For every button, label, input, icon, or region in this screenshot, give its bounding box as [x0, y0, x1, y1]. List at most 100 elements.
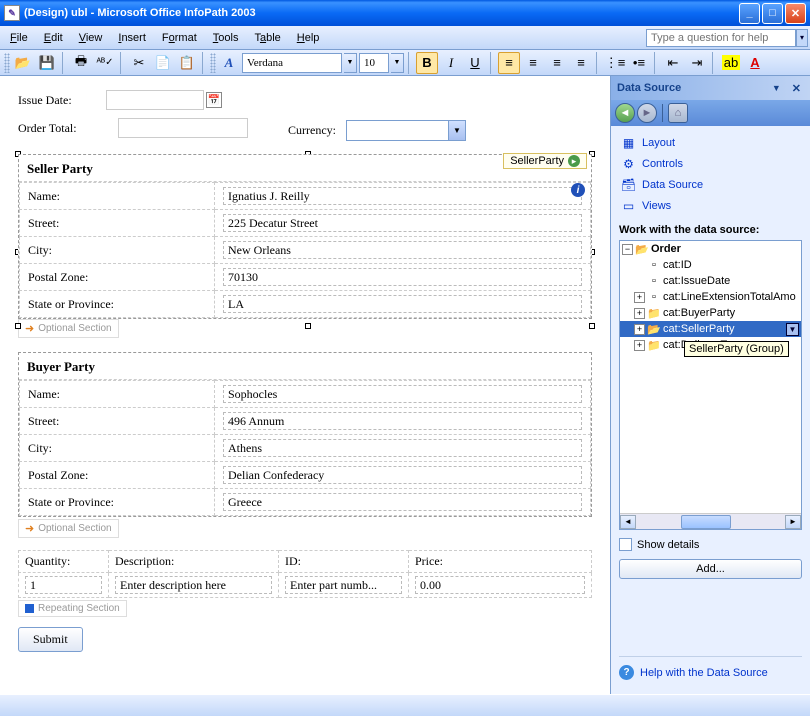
font-name-input[interactable]	[242, 53, 342, 73]
align-center-button[interactable]: ≡	[522, 52, 544, 74]
seller-postal-input[interactable]: 70130	[223, 268, 582, 286]
seller-state-input[interactable]: LA	[223, 295, 582, 313]
cut-button[interactable]: ✂	[128, 52, 150, 74]
buyer-state-input[interactable]: Greece	[223, 493, 582, 511]
add-button[interactable]: Add...	[619, 559, 802, 579]
scroll-thumb[interactable]	[681, 515, 731, 529]
data-source-tree[interactable]: −📂Order ▫cat:ID ▫cat:IssueDate +▫cat:Lin…	[619, 240, 802, 530]
buyer-street-input[interactable]: 496 Annum	[223, 412, 582, 430]
data-source-link[interactable]: 🗃Data Source	[619, 174, 802, 195]
layout-link[interactable]: ▦Layout	[619, 132, 802, 153]
buyer-city-input[interactable]: Athens	[223, 439, 582, 457]
selection-handle[interactable]	[589, 323, 595, 329]
price-input[interactable]: 0.00	[415, 576, 585, 594]
seller-name-input[interactable]: Ignatius J. Reilly	[223, 187, 582, 205]
open-button[interactable]: 📂	[12, 52, 34, 74]
font-name-dropdown[interactable]: ▼	[344, 53, 357, 73]
selection-handle[interactable]	[305, 323, 311, 329]
form-canvas[interactable]: Issue Date: 📅 Order Total: Currency: ▼	[0, 76, 610, 694]
nav-forward-button[interactable]: ►	[637, 103, 657, 123]
optional-section-tag[interactable]: ➜Optional Section	[18, 519, 119, 538]
taskpane-menu-dropdown[interactable]: ▼	[772, 83, 781, 93]
repeating-icon	[25, 604, 34, 613]
date-picker-icon[interactable]: 📅	[206, 92, 222, 108]
buyer-street-label: Street:	[20, 408, 215, 435]
views-link[interactable]: ▭Views	[619, 195, 802, 216]
menu-file[interactable]: File	[2, 29, 36, 47]
currency-select[interactable]: ▼	[346, 120, 466, 141]
tree-item[interactable]: ▫cat:IssueDate	[620, 273, 801, 289]
chevron-down-icon[interactable]: ▼	[786, 323, 799, 336]
seller-street-input[interactable]: 225 Decatur Street	[223, 214, 582, 232]
help-link[interactable]: ?Help with the Data Source	[619, 656, 802, 688]
save-button[interactable]: 💾	[36, 52, 58, 74]
order-total-label: Order Total:	[18, 121, 118, 136]
repeating-section-tag[interactable]: Repeating Section	[18, 600, 127, 617]
submit-button[interactable]: Submit	[18, 627, 83, 652]
toolbar-grip-icon[interactable]	[210, 53, 216, 73]
maximize-button[interactable]: □	[762, 3, 783, 24]
outdent-button[interactable]: ⇤	[662, 52, 684, 74]
help-question-input[interactable]	[646, 29, 796, 47]
tree-item-order[interactable]: −📂Order	[620, 241, 801, 257]
folder-open-icon: 📂	[647, 323, 661, 335]
bulleted-list-button[interactable]: •≡	[628, 52, 650, 74]
section-tag[interactable]: SellerParty▸	[503, 153, 587, 169]
minimize-button[interactable]: _	[739, 3, 760, 24]
buyer-postal-input[interactable]: Delian Confederacy	[223, 466, 582, 484]
font-color-button[interactable]: A	[744, 52, 766, 74]
tree-item[interactable]: ▫cat:ID	[620, 257, 801, 273]
numbered-list-button[interactable]: ⋮≡	[604, 52, 626, 74]
menu-insert[interactable]: Insert	[110, 29, 154, 47]
menu-help[interactable]: Help	[289, 29, 328, 47]
help-dropdown[interactable]: ▾	[796, 29, 808, 47]
buyer-party-section[interactable]: Buyer Party Name:Sophocles Street:496 An…	[18, 352, 592, 517]
font-size-input[interactable]	[359, 53, 389, 73]
buyer-name-input[interactable]: Sophocles	[223, 385, 582, 403]
order-total-input[interactable]	[118, 118, 248, 138]
highlight-button[interactable]: ab	[720, 52, 742, 74]
line-items-table[interactable]: Quantity: Description: ID: Price: 1 Ente…	[18, 550, 592, 598]
seller-city-input[interactable]: New Orleans	[223, 241, 582, 259]
close-button[interactable]: ✕	[785, 3, 806, 24]
info-icon[interactable]: i	[571, 183, 585, 197]
selection-handle[interactable]	[15, 323, 21, 329]
show-details-checkbox[interactable]: Show details	[619, 538, 802, 551]
tree-item[interactable]: +▫cat:LineExtensionTotalAmo	[620, 289, 801, 305]
menu-format[interactable]: Format	[154, 29, 205, 47]
print-button[interactable]: 🖶	[70, 52, 92, 74]
taskpane-close-button[interactable]: ✕	[789, 82, 804, 95]
optional-section-tag[interactable]: ➜Optional Section	[18, 319, 119, 338]
nav-home-button[interactable]: ⌂	[668, 103, 688, 123]
issue-date-input[interactable]	[106, 90, 204, 110]
bold-button[interactable]: B	[416, 52, 438, 74]
desc-input[interactable]: Enter description here	[115, 576, 272, 594]
scroll-right-button[interactable]: ►	[785, 515, 801, 529]
font-size-dropdown[interactable]: ▼	[391, 53, 404, 73]
scroll-left-button[interactable]: ◄	[620, 515, 636, 529]
tree-item-selected[interactable]: +📂cat:SellerParty▼	[620, 321, 801, 337]
id-input[interactable]: Enter part numb...	[285, 576, 402, 594]
font-style-button[interactable]: A	[218, 52, 240, 74]
qty-input[interactable]: 1	[25, 576, 102, 594]
underline-button[interactable]: U	[464, 52, 486, 74]
controls-link[interactable]: ⚙Controls	[619, 153, 802, 174]
toolbar-grip-icon[interactable]	[4, 53, 10, 73]
horizontal-scrollbar[interactable]: ◄ ►	[620, 513, 801, 529]
menu-tools[interactable]: Tools	[205, 29, 247, 47]
menu-view[interactable]: View	[71, 29, 111, 47]
indent-button[interactable]: ⇥	[686, 52, 708, 74]
italic-button[interactable]: I	[440, 52, 462, 74]
copy-button[interactable]: 📄	[152, 52, 174, 74]
menu-table[interactable]: Table	[246, 29, 288, 47]
tree-item[interactable]: +📁cat:BuyerParty	[620, 305, 801, 321]
menu-edit[interactable]: Edit	[36, 29, 71, 47]
nav-back-button[interactable]: ◄	[615, 103, 635, 123]
seller-party-section[interactable]: SellerParty▸ i Seller Party Name:Ignatiu…	[18, 154, 592, 319]
align-right-button[interactable]: ≡	[546, 52, 568, 74]
paste-button[interactable]: 📋	[176, 52, 198, 74]
spellcheck-button[interactable]: ᴬᴮ✓	[94, 52, 116, 74]
align-justify-button[interactable]: ≡	[570, 52, 592, 74]
window-title: (Design) ubl - Microsoft Office InfoPath…	[24, 7, 739, 19]
align-left-button[interactable]: ≡	[498, 52, 520, 74]
